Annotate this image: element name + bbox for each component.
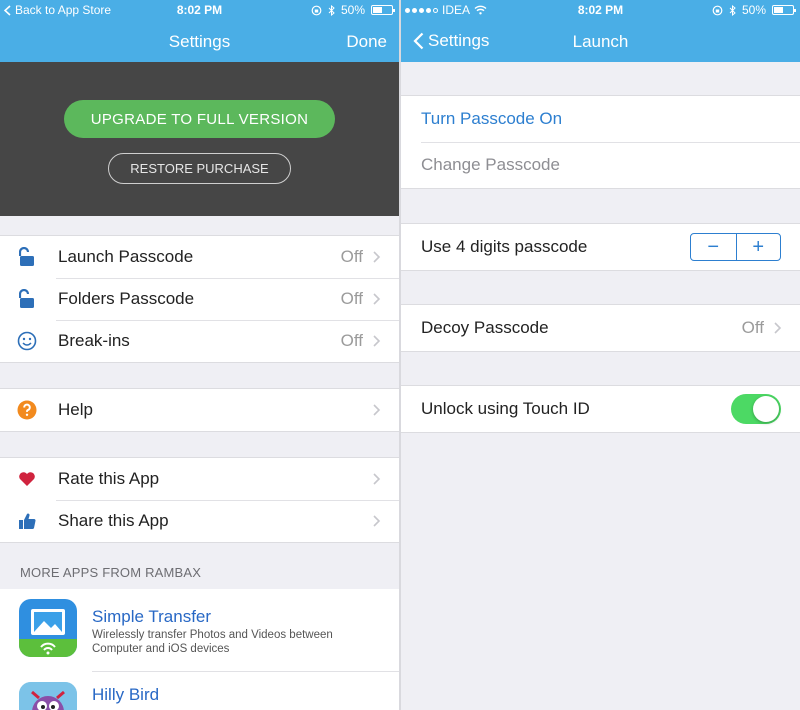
decoy-passcode-value: Off [741, 318, 764, 337]
turn-passcode-on-label: Turn Passcode On [421, 109, 563, 128]
simple-transfer-name: Simple Transfer [92, 607, 212, 626]
question-circle-icon [16, 399, 38, 421]
help-label: Help [58, 400, 93, 419]
page-title: Launch [572, 32, 629, 51]
battery-icon [772, 5, 796, 15]
change-passcode-row: Change Passcode [401, 142, 800, 188]
turn-passcode-on-row[interactable]: Turn Passcode On [401, 96, 800, 142]
simple-transfer-description: Wirelessly transfer Photos and Videos be… [92, 629, 333, 655]
toggle-knob [753, 396, 779, 422]
bluetooth-icon [729, 4, 736, 16]
security-group: Launch Passcode Off Folders Passcode Off… [0, 235, 399, 363]
change-passcode-label: Change Passcode [421, 155, 560, 174]
app-item-simple-transfer[interactable]: Simple Transfer Wirelessly transfer Phot… [0, 589, 399, 671]
touch-id-row: Unlock using Touch ID [401, 386, 800, 432]
launch-passcode-value: Off [340, 247, 363, 266]
launch-passcode-label: Launch Passcode [58, 247, 194, 266]
chevron-right-icon [373, 251, 381, 263]
launch-screen: IDEA 8:02 PM 50% Settings Launch Turn Pa… [401, 0, 800, 710]
decoy-passcode-row[interactable]: Decoy Passcode Off [401, 305, 800, 351]
bluetooth-icon [328, 4, 335, 16]
chevron-right-icon [373, 473, 381, 485]
promo-panel: UPGRADE TO FULL VERSION RESTORE PURCHASE [0, 62, 399, 216]
nav-bar: Settings Done [0, 20, 399, 62]
digits-stepper: − + [690, 233, 781, 261]
hilly-bird-name: Hilly Bird [92, 685, 160, 704]
upgrade-button[interactable]: UPGRADE TO FULL VERSION [64, 100, 335, 138]
hilly-bird-app-icon [19, 682, 77, 710]
touch-id-group: Unlock using Touch ID [401, 385, 800, 433]
status-bar: Back to App Store 8:02 PM 50% [0, 0, 399, 20]
decoy-passcode-label: Decoy Passcode [421, 318, 549, 337]
rate-app-row[interactable]: Rate this App [0, 458, 399, 500]
battery-percent: 50% [340, 3, 365, 17]
folders-passcode-row[interactable]: Folders Passcode Off [0, 278, 399, 320]
chevron-right-icon [774, 322, 782, 334]
rotation-lock-icon [311, 5, 322, 15]
share-app-label: Share this App [58, 511, 169, 530]
done-button[interactable]: Done [346, 32, 387, 52]
thumbs-up-icon [16, 510, 38, 532]
touch-id-toggle[interactable] [731, 394, 781, 424]
decoy-group: Decoy Passcode Off [401, 304, 800, 352]
four-digits-label: Use 4 digits passcode [421, 237, 588, 256]
rotation-lock-icon [712, 5, 723, 15]
help-group: Help [0, 388, 399, 432]
launch-passcode-row[interactable]: Launch Passcode Off [0, 236, 399, 278]
share-app-row[interactable]: Share this App [0, 500, 399, 542]
digits-group: Use 4 digits passcode − + [401, 223, 800, 271]
battery-percent: 50% [741, 3, 766, 17]
chevron-right-icon [373, 404, 381, 416]
page-title: Settings [168, 32, 231, 51]
smiley-face-icon [16, 330, 38, 352]
nav-bar: Settings Launch [401, 20, 800, 62]
more-apps-list: Simple Transfer Wirelessly transfer Phot… [0, 589, 399, 710]
top-bar: Back to App Store 8:02 PM 50% Settings D… [0, 0, 399, 62]
heart-icon [16, 468, 38, 490]
top-bar: IDEA 8:02 PM 50% Settings Launch [401, 0, 800, 62]
status-bar: IDEA 8:02 PM 50% [401, 0, 800, 20]
touch-id-label: Unlock using Touch ID [421, 399, 590, 418]
break-ins-row[interactable]: Break-ins Off [0, 320, 399, 362]
restore-purchase-button[interactable]: RESTORE PURCHASE [108, 153, 291, 184]
chevron-right-icon [373, 335, 381, 347]
help-row[interactable]: Help [0, 389, 399, 431]
break-ins-label: Break-ins [58, 331, 130, 350]
battery-icon [371, 5, 395, 15]
social-group: Rate this App Share this App [0, 457, 399, 543]
status-right: 50% [712, 3, 796, 17]
chevron-right-icon [373, 293, 381, 305]
simple-transfer-app-icon [19, 599, 77, 657]
break-ins-value: Off [340, 331, 363, 350]
unlocked-padlock-icon [16, 246, 38, 268]
status-right: 50% [311, 3, 395, 17]
passcode-group: Turn Passcode On Change Passcode [401, 95, 800, 189]
chevron-right-icon [373, 515, 381, 527]
stepper-plus-button[interactable]: + [735, 234, 781, 260]
rate-app-label: Rate this App [58, 469, 160, 488]
more-apps-header: MORE APPS FROM RAMBAX [20, 565, 202, 580]
unlocked-padlock-icon [16, 288, 38, 310]
settings-screen: Back to App Store 8:02 PM 50% Settings D… [0, 0, 399, 710]
app-item-hilly-bird[interactable]: Hilly Bird [0, 672, 399, 710]
folders-passcode-value: Off [340, 289, 363, 308]
folders-passcode-label: Folders Passcode [58, 289, 195, 308]
four-digits-row: Use 4 digits passcode − + [401, 224, 800, 270]
stepper-minus-button[interactable]: − [691, 234, 736, 260]
